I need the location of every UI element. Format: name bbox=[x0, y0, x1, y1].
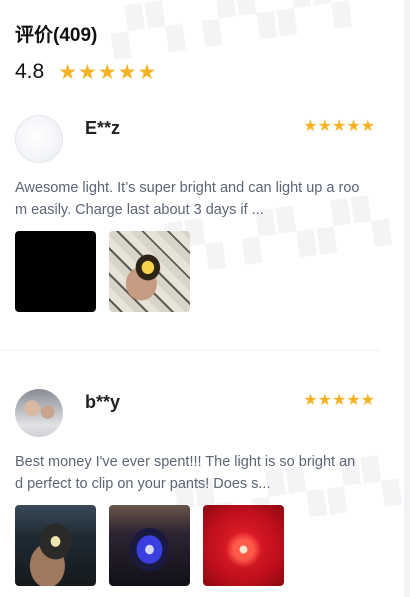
overall-score: 4.8 bbox=[15, 60, 45, 83]
review-text[interactable]: Awesome light. It’s super bright and can… bbox=[15, 177, 360, 221]
review-text[interactable]: Best money I've ever spent!!! The light … bbox=[15, 451, 360, 495]
review-username: E**z bbox=[85, 118, 121, 138]
star-icon: ★ bbox=[317, 118, 332, 135]
star-icon: ★ bbox=[58, 60, 78, 84]
star-icon: ★ bbox=[303, 392, 318, 409]
avatar bbox=[15, 115, 63, 163]
review-image-thumbnail[interactable] bbox=[15, 231, 96, 312]
review-username: b**y bbox=[85, 392, 121, 412]
review-rating: ★ ★ ★ ★ ★ bbox=[303, 119, 375, 135]
review-image-thumbnail[interactable] bbox=[15, 505, 96, 586]
overall-stars: ★ ★ ★ ★ ★ bbox=[58, 62, 157, 83]
star-icon: ★ bbox=[331, 118, 347, 135]
star-icon: ★ bbox=[137, 60, 157, 84]
review-image-thumbnail[interactable] bbox=[109, 231, 190, 312]
star-icon: ★ bbox=[360, 392, 375, 409]
overall-rating: 4.8 ★ ★ ★ ★ ★ bbox=[15, 60, 157, 84]
review-image-thumbnail[interactable] bbox=[203, 505, 284, 586]
star-icon: ★ bbox=[346, 392, 361, 409]
review-divider bbox=[0, 350, 380, 351]
star-icon: ★ bbox=[97, 60, 117, 84]
star-icon: ★ bbox=[331, 392, 347, 409]
review-images bbox=[15, 231, 203, 312]
reviews-title: 评价(409) bbox=[15, 25, 98, 46]
review-image-thumbnail[interactable] bbox=[109, 505, 190, 586]
star-icon: ★ bbox=[78, 60, 97, 84]
review-images bbox=[15, 505, 297, 586]
avatar bbox=[15, 389, 63, 437]
star-icon: ★ bbox=[360, 118, 375, 135]
scrollbar-track[interactable] bbox=[404, 0, 410, 597]
review-rating: ★ ★ ★ ★ ★ bbox=[303, 393, 375, 409]
star-icon: ★ bbox=[317, 392, 332, 409]
star-icon: ★ bbox=[117, 60, 137, 84]
watermark-logo: ▞▚ ▞▚▞▚ bbox=[107, 0, 356, 59]
star-icon: ★ bbox=[346, 118, 361, 135]
star-icon: ★ bbox=[303, 118, 318, 135]
